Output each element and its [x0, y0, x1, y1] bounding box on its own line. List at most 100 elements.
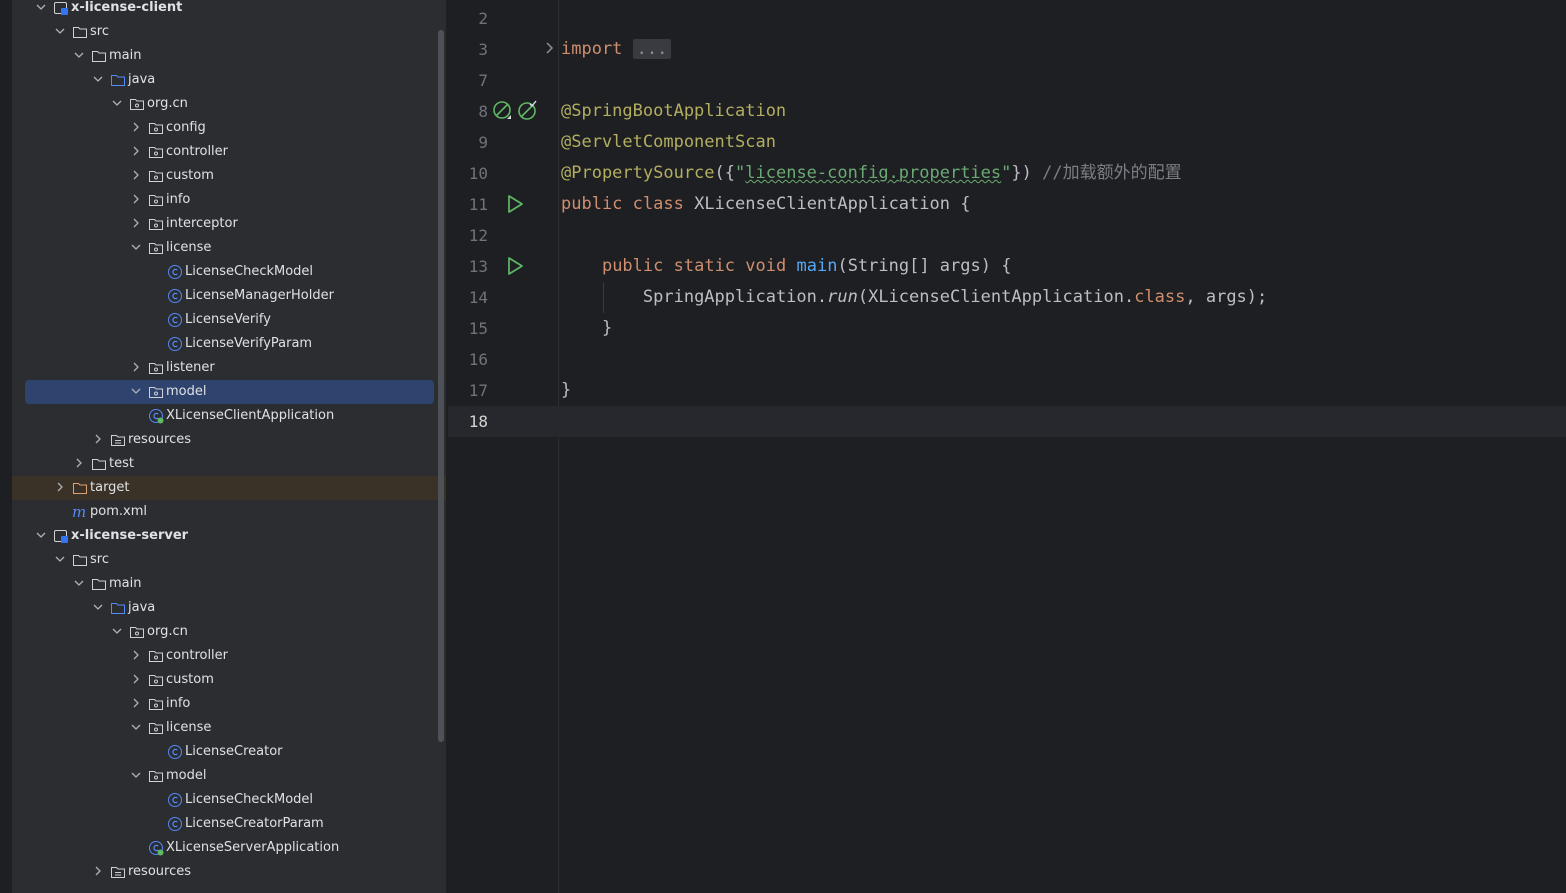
tree-row[interactable]: LicenseCheckModel: [12, 788, 446, 812]
line-number: 11: [468, 195, 488, 214]
chevron-down-icon[interactable]: [129, 384, 143, 400]
chevron-down-icon[interactable]: [129, 720, 143, 736]
code-line-run[interactable]: SpringApplication.run(XLicenseClientAppl…: [561, 282, 1267, 313]
tree-row[interactable]: LicenseVerify: [12, 308, 446, 332]
code-punct: ({: [714, 163, 736, 183]
code-line-main-decl[interactable]: public static void main(String[] args) {: [561, 251, 1012, 282]
chevron-right-icon[interactable]: [91, 432, 105, 448]
chevron-down-icon[interactable]: [72, 48, 86, 64]
tree-row[interactable]: controller: [12, 644, 446, 668]
spring-boot-class-icon: [148, 408, 164, 424]
tree-row[interactable]: org.cn: [12, 92, 446, 116]
code-line-class-decl[interactable]: public class XLicenseClientApplication {: [561, 189, 970, 220]
code-line-annotation-1[interactable]: @SpringBootApplication: [561, 96, 786, 127]
import-fold[interactable]: ...: [632, 39, 672, 59]
tree-row[interactable]: java: [12, 596, 446, 620]
chevron-right-icon[interactable]: [129, 696, 143, 712]
code-line-close-outer[interactable]: }: [561, 375, 571, 406]
code-line-close-inner[interactable]: }: [561, 313, 612, 344]
chevron-down-icon[interactable]: [129, 768, 143, 784]
tree-row-label: LicenseManagerHolder: [185, 288, 334, 303]
tree-row[interactable]: resources: [12, 428, 446, 452]
chevron-down-icon[interactable]: [53, 24, 67, 40]
tree-row[interactable]: x-license-server: [12, 524, 446, 548]
tree-row[interactable]: model: [12, 380, 446, 404]
fold-expand-icon[interactable]: [542, 41, 556, 57]
chevron-right-icon[interactable]: [129, 648, 143, 664]
tree-row[interactable]: resources: [12, 860, 446, 884]
tree-row[interactable]: x-license-client: [12, 0, 446, 20]
chevron-down-icon[interactable]: [129, 240, 143, 256]
chevron-right-icon[interactable]: [129, 168, 143, 184]
tree-row[interactable]: info: [12, 188, 446, 212]
chevron-right-icon[interactable]: [129, 120, 143, 136]
package-icon: [148, 144, 164, 160]
chevron-down-icon[interactable]: [110, 96, 124, 112]
tree-row[interactable]: LicenseCreatorParam: [12, 812, 446, 836]
tree-row-label: java: [128, 600, 156, 615]
tree-row[interactable]: LicenseCreator: [12, 740, 446, 764]
chevron-right-icon[interactable]: [129, 672, 143, 688]
project-tree[interactable]: x-license-client src main java org.cn config c…: [12, 0, 446, 893]
project-tree-scrollbar[interactable]: [438, 30, 444, 742]
chevron-down-icon[interactable]: [72, 576, 86, 592]
tree-row[interactable]: custom: [12, 668, 446, 692]
tree-row[interactable]: custom: [12, 164, 446, 188]
run-class-icon[interactable]: [505, 194, 525, 214]
chevron-down-icon[interactable]: [110, 624, 124, 640]
tree-row[interactable]: interceptor: [12, 212, 446, 236]
tree-row[interactable]: src: [12, 20, 446, 44]
tree-row-label: license: [166, 720, 212, 735]
tree-row[interactable]: model: [12, 764, 446, 788]
tree-row[interactable]: m pom.xml: [12, 500, 446, 524]
chevron-right-icon[interactable]: [129, 360, 143, 376]
tree-row-label: target: [90, 480, 130, 495]
tree-row-label: license: [166, 240, 212, 255]
tree-row[interactable]: license: [12, 236, 446, 260]
code-line-annotation-2[interactable]: @ServletComponentScan: [561, 127, 776, 158]
code-line-import[interactable]: import ...: [561, 34, 672, 65]
spring-bean-icon[interactable]: [492, 100, 514, 122]
chevron-right-icon[interactable]: [53, 480, 67, 496]
tree-row-label: resources: [128, 432, 192, 447]
tree-row[interactable]: controller: [12, 140, 446, 164]
tree-row[interactable]: info: [12, 692, 446, 716]
tree-row[interactable]: LicenseVerifyParam: [12, 332, 446, 356]
tree-row[interactable]: LicenseManagerHolder: [12, 284, 446, 308]
tree-row[interactable]: XLicenseServerApplication: [12, 836, 446, 860]
chevron-down-icon[interactable]: [34, 0, 48, 16]
annotation-text: @PropertySource: [561, 163, 715, 183]
tree-row[interactable]: main: [12, 572, 446, 596]
chevron-down-icon[interactable]: [53, 552, 67, 568]
package-icon: [148, 768, 164, 784]
run-main-icon[interactable]: [505, 256, 525, 276]
tree-row-label: src: [90, 552, 109, 567]
tree-row[interactable]: config: [12, 116, 446, 140]
chevron-right-icon[interactable]: [72, 456, 86, 472]
chevron-down-icon[interactable]: [91, 72, 105, 88]
spring-config-icon[interactable]: [517, 100, 539, 122]
tree-row[interactable]: src: [12, 548, 446, 572]
tree-row[interactable]: java: [12, 68, 446, 92]
code-line-annotation-3[interactable]: @PropertySource({"license-config.propert…: [561, 158, 1182, 189]
line-number: 16: [468, 350, 488, 369]
tree-row[interactable]: listener: [12, 356, 446, 380]
tree-row[interactable]: org.cn: [12, 620, 446, 644]
tree-row-label: interceptor: [166, 216, 238, 231]
closing-brace: }: [561, 380, 572, 400]
chevron-right-icon[interactable]: [129, 192, 143, 208]
tree-row-label: x-license-server: [71, 528, 189, 543]
tree-row[interactable]: target: [12, 476, 446, 500]
tree-row[interactable]: LicenseCheckModel: [12, 260, 446, 284]
chevron-down-icon[interactable]: [91, 600, 105, 616]
chevron-down-icon[interactable]: [34, 528, 48, 544]
tree-row[interactable]: license: [12, 716, 446, 740]
chevron-right-icon[interactable]: [129, 144, 143, 160]
tree-row[interactable]: test: [12, 452, 446, 476]
chevron-right-icon[interactable]: [91, 864, 105, 880]
tree-row[interactable]: main: [12, 44, 446, 68]
chevron-right-icon[interactable]: [129, 216, 143, 232]
class-icon: [167, 744, 183, 760]
tree-row[interactable]: XLicenseClientApplication: [12, 404, 446, 428]
tree-row-label: XLicenseClientApplication: [166, 408, 335, 423]
